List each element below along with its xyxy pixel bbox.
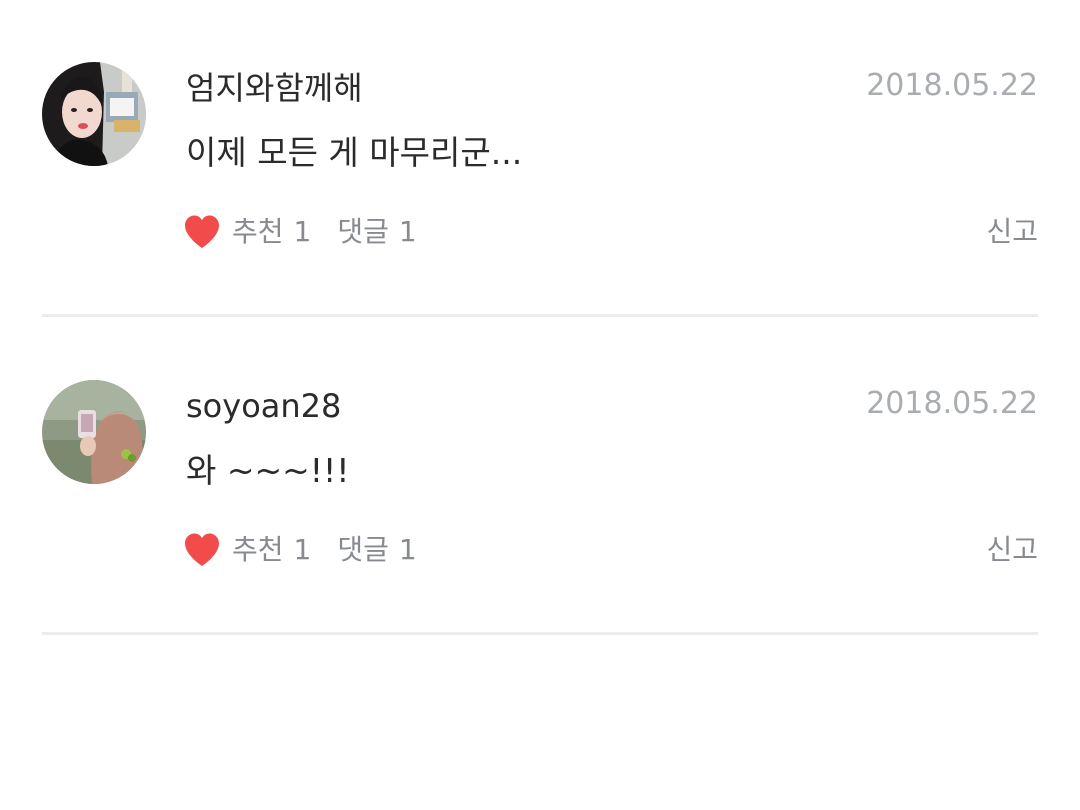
avatar[interactable] (42, 380, 146, 484)
like-label: 추천 (232, 215, 284, 248)
like-button[interactable]: 추천 1 (182, 210, 311, 254)
like-label: 추천 (232, 533, 284, 566)
like-count: 1 (293, 215, 312, 248)
report-button[interactable]: 신고 (986, 528, 1038, 572)
reply-label: 댓글 (337, 215, 389, 248)
divider (42, 632, 1038, 635)
comment-text: 와 ~~~!!! (186, 451, 350, 490)
comment-actions: 추천 1 댓글 1 (182, 528, 417, 572)
heart-icon (182, 530, 222, 570)
reply-count: 1 (398, 533, 417, 566)
reply-button[interactable]: 댓글 1 (337, 528, 416, 572)
like-count: 1 (293, 533, 312, 566)
comment-actions: 추천 1 댓글 1 (182, 210, 417, 254)
reply-button[interactable]: 댓글 1 (337, 210, 416, 254)
divider (42, 314, 1038, 317)
comment-item: soyoan28 2018.05.22 와 ~~~!!! 추천 1 댓글 1 신… (0, 318, 1080, 636)
comment-date: 2018.05.22 (866, 386, 1038, 421)
report-button[interactable]: 신고 (986, 210, 1038, 254)
comment-list: 엄지와함께해 2018.05.22 이제 모든 게 마무리군... 추천 1 댓… (0, 0, 1080, 810)
reply-label: 댓글 (337, 533, 389, 566)
comment-username[interactable]: 엄지와함께해 (186, 66, 363, 110)
comment-username[interactable]: soyoan28 (186, 384, 341, 428)
avatar-photo (42, 380, 146, 484)
reply-count: 1 (398, 215, 417, 248)
comment-item: 엄지와함께해 2018.05.22 이제 모든 게 마무리군... 추천 1 댓… (0, 0, 1080, 318)
avatar[interactable] (42, 62, 146, 166)
avatar-photo (42, 62, 146, 166)
comment-date: 2018.05.22 (866, 68, 1038, 103)
comment-text: 이제 모든 게 마무리군... (186, 133, 523, 172)
heart-icon (182, 212, 222, 252)
like-button[interactable]: 추천 1 (182, 528, 311, 572)
